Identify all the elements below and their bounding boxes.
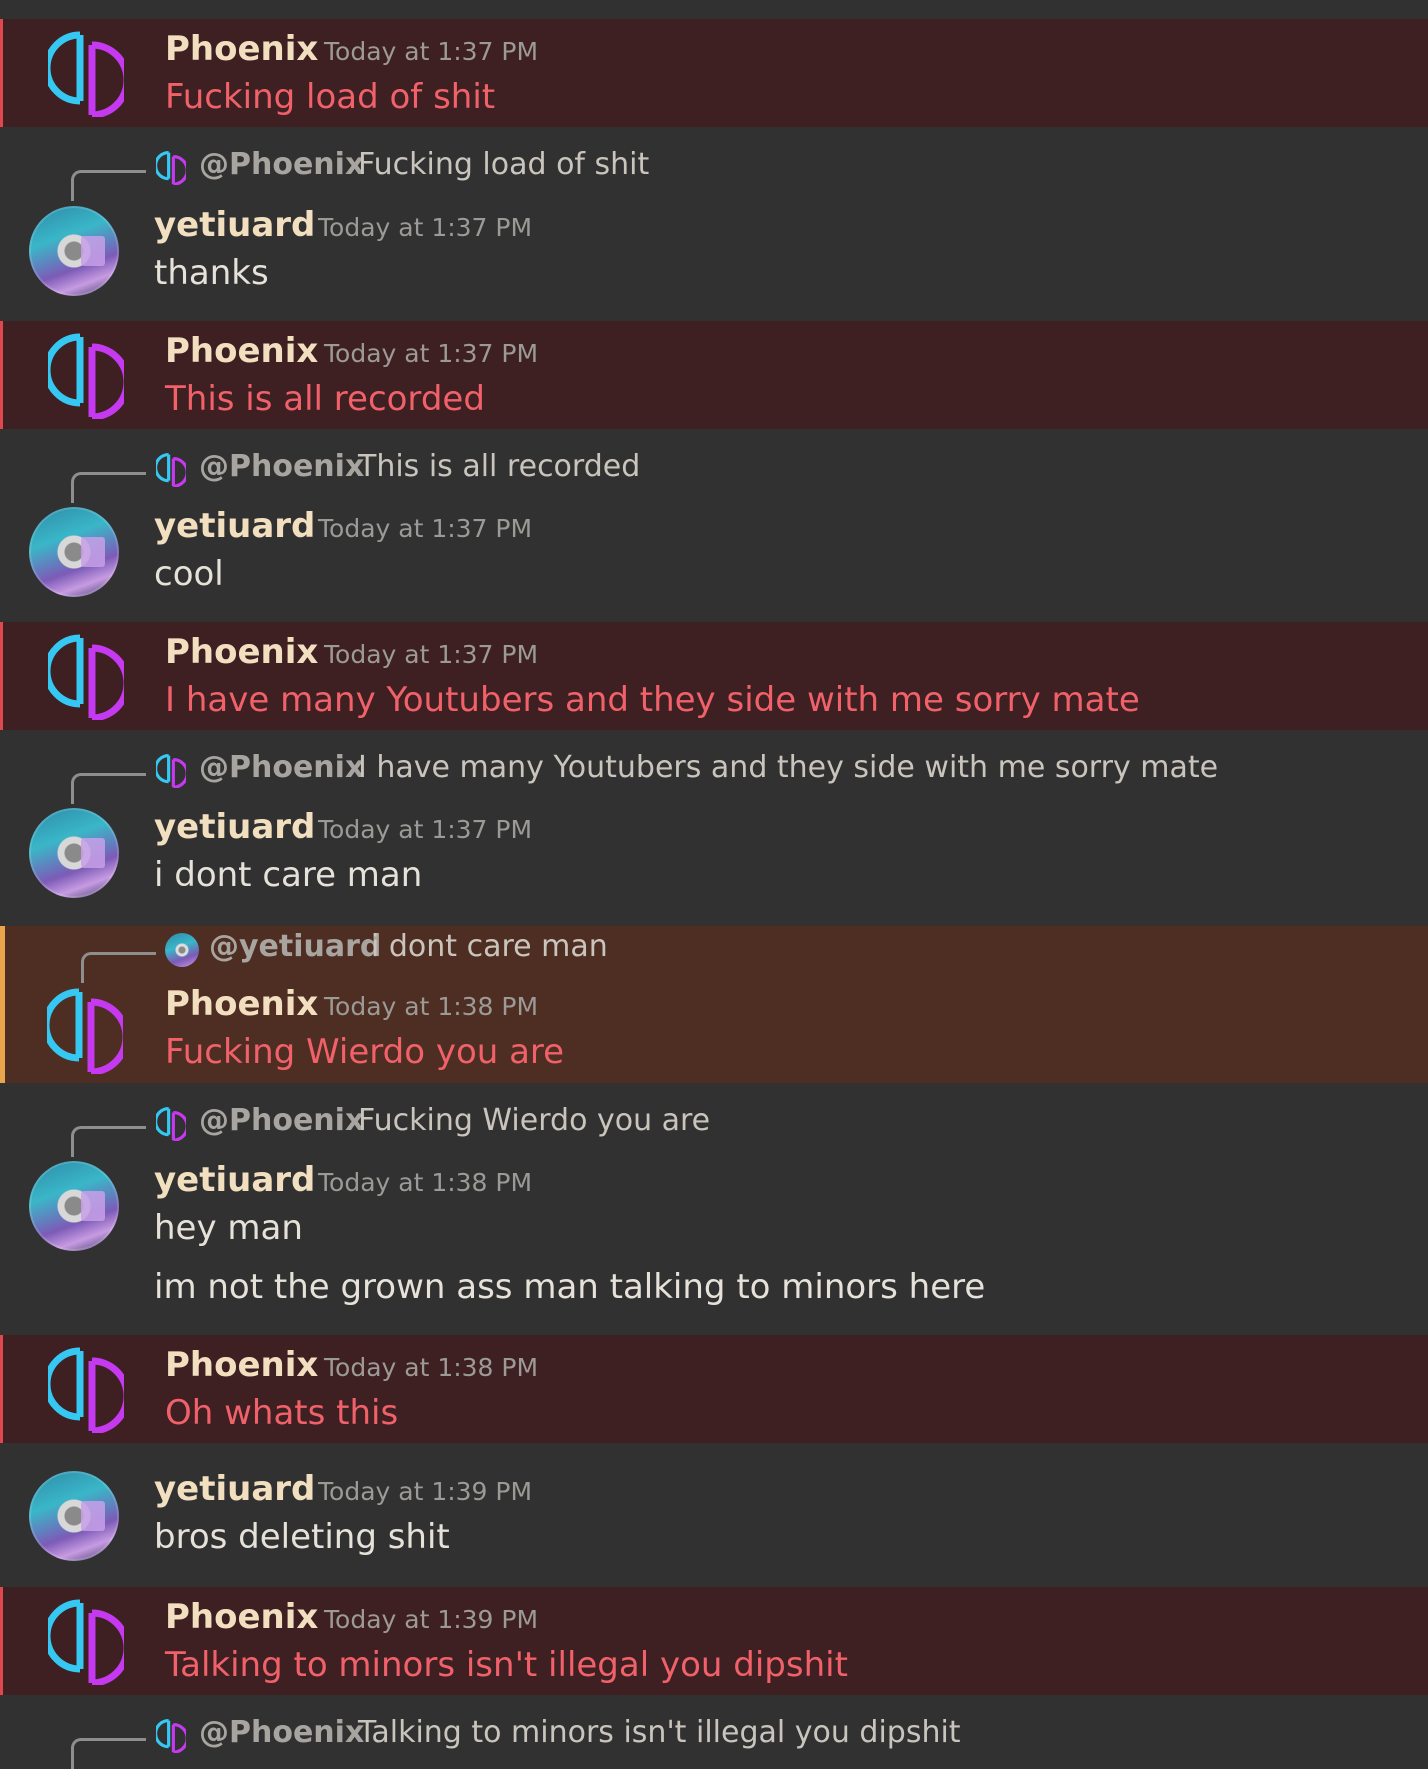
message-content: Oh whats this [165, 1393, 399, 1433]
reply-snippet[interactable]: Talking to minors isn't illegal you dips… [358, 1715, 961, 1750]
reply-connector [71, 1126, 146, 1157]
message-content: i dont care man [154, 855, 423, 895]
message-timestamp: Today at 1:37 PM [324, 37, 539, 66]
yetiuard-avatar[interactable] [29, 206, 119, 296]
message-content: I have many Youtubers and they side with… [165, 680, 1140, 720]
message-phoenix[interactable]: Phoenix Today at 1:37 PM I have many You… [0, 622, 1428, 730]
message-content: thanks [154, 253, 269, 293]
reply-reference[interactable]: @yetiuard i dont care man [5, 929, 1428, 983]
message-author[interactable]: Phoenix [165, 984, 318, 1024]
reply-snippet[interactable]: Fucking Wierdo you are [358, 1103, 710, 1138]
reply-reference[interactable]: @Phoenix Talking to minors isn't illegal… [0, 1715, 1428, 1769]
yetiuard-avatar[interactable] [29, 808, 119, 898]
yetiuard-avatar[interactable] [29, 1471, 119, 1561]
message-content: Talking to minors isn't illegal you dips… [165, 1645, 848, 1685]
reply-connector [71, 773, 146, 804]
message-timestamp: Today at 1:38 PM [324, 1353, 539, 1382]
message-author[interactable]: yetiuard [154, 1469, 315, 1509]
message-yetiuard-partial[interactable]: @Phoenix Talking to minors isn't illegal… [0, 1695, 1428, 1769]
reply-connector [71, 170, 146, 201]
reply-reference[interactable]: @Phoenix This is all recorded [0, 449, 1428, 503]
message-author[interactable]: yetiuard [154, 807, 315, 847]
message-timestamp: Today at 1:39 PM [324, 1605, 539, 1634]
reply-connector [81, 952, 156, 983]
phoenix-logo-icon [156, 1107, 186, 1141]
message-timestamp: Today at 1:38 PM [318, 1168, 533, 1197]
message-yetiuard[interactable]: @Phoenix Fucking Wierdo you are yetiuard… [0, 1083, 1428, 1335]
phoenix-avatar-logo-icon[interactable] [47, 988, 123, 1074]
message-timestamp: Today at 1:37 PM [318, 815, 533, 844]
message-content: im not the grown ass man talking to mino… [154, 1267, 986, 1307]
message-phoenix-mention[interactable]: @yetiuard i dont care man Phoenix Today … [0, 926, 1428, 1083]
message-timestamp: Today at 1:38 PM [324, 992, 539, 1021]
phoenix-avatar-logo-icon[interactable] [48, 31, 124, 117]
message-yetiuard[interactable]: @Phoenix I have many Youtubers and they … [0, 730, 1428, 926]
message-timestamp: Today at 1:37 PM [324, 640, 539, 669]
reply-reference[interactable]: @Phoenix Fucking load of shit [0, 147, 1428, 201]
message-timestamp: Today at 1:37 PM [318, 213, 533, 242]
phoenix-logo-icon [156, 754, 186, 788]
message-author[interactable]: yetiuard [154, 506, 315, 546]
reply-author[interactable]: @Phoenix [199, 750, 364, 785]
message-phoenix[interactable]: Phoenix Today at 1:39 PM Talking to mino… [0, 1587, 1428, 1695]
message-author[interactable]: Phoenix [165, 1597, 318, 1637]
message-content: This is all recorded [165, 379, 485, 419]
message-content: hey man [154, 1208, 303, 1248]
message-author[interactable]: yetiuard [154, 205, 315, 245]
reply-author[interactable]: @Phoenix [199, 1103, 364, 1138]
reply-author[interactable]: @Phoenix [199, 147, 364, 182]
reply-reference[interactable]: @Phoenix Fucking Wierdo you are [0, 1103, 1428, 1157]
yetiuard-avatar[interactable] [29, 507, 119, 597]
message-author[interactable]: Phoenix [165, 632, 318, 672]
phoenix-avatar-logo-icon[interactable] [48, 333, 124, 419]
message-phoenix[interactable]: Phoenix Today at 1:37 PM This is all rec… [0, 321, 1428, 429]
reply-reference[interactable]: @Phoenix I have many Youtubers and they … [0, 750, 1428, 804]
reply-author[interactable]: @Phoenix [199, 449, 364, 484]
reply-connector [71, 1738, 146, 1769]
message-content: Fucking load of shit [165, 77, 496, 117]
reply-author[interactable]: @Phoenix [199, 1715, 364, 1750]
message-content: cool [154, 554, 224, 594]
reply-snippet[interactable]: I have many Youtubers and they side with… [358, 750, 1218, 785]
reply-snippet[interactable]: This is all recorded [358, 449, 640, 484]
reply-author[interactable]: @yetiuard [209, 929, 381, 964]
message-author[interactable]: Phoenix [165, 331, 318, 371]
message-yetiuard[interactable]: @Phoenix This is all recorded yetiuard T… [0, 429, 1428, 622]
phoenix-logo-icon [156, 453, 186, 487]
message-phoenix[interactable]: Phoenix Today at 1:37 PM Fucking load of… [0, 19, 1428, 127]
reply-connector [71, 472, 146, 503]
message-author[interactable]: Phoenix [165, 29, 318, 69]
message-author[interactable]: yetiuard [154, 1160, 315, 1200]
message-yetiuard[interactable]: yetiuard Today at 1:39 PM bros deleting … [0, 1443, 1428, 1587]
message-content: bros deleting shit [154, 1517, 450, 1557]
message-timestamp: Today at 1:39 PM [318, 1477, 533, 1506]
phoenix-avatar-logo-icon[interactable] [48, 634, 124, 720]
phoenix-logo-icon [156, 1719, 186, 1753]
message-timestamp: Today at 1:37 PM [324, 339, 539, 368]
message-content: Fucking Wierdo you are [165, 1032, 565, 1072]
message-timestamp: Today at 1:37 PM [318, 514, 533, 543]
phoenix-avatar-logo-icon[interactable] [48, 1599, 124, 1685]
yetiuard-avatar[interactable] [29, 1161, 119, 1251]
reply-snippet[interactable]: i dont care man [371, 929, 608, 964]
message-yetiuard[interactable]: @Phoenix Fucking load of shit yetiuard T… [0, 127, 1428, 321]
phoenix-avatar-logo-icon[interactable] [48, 1347, 124, 1433]
message-author[interactable]: Phoenix [165, 1345, 318, 1385]
message-list: Phoenix Today at 1:37 PM Fucking load of… [0, 0, 1428, 1769]
yetiuard-reply-avatar [165, 933, 199, 967]
message-phoenix[interactable]: Phoenix Today at 1:38 PM Oh whats this [0, 1335, 1428, 1443]
reply-snippet[interactable]: Fucking load of shit [358, 147, 649, 182]
phoenix-logo-icon [156, 151, 186, 185]
